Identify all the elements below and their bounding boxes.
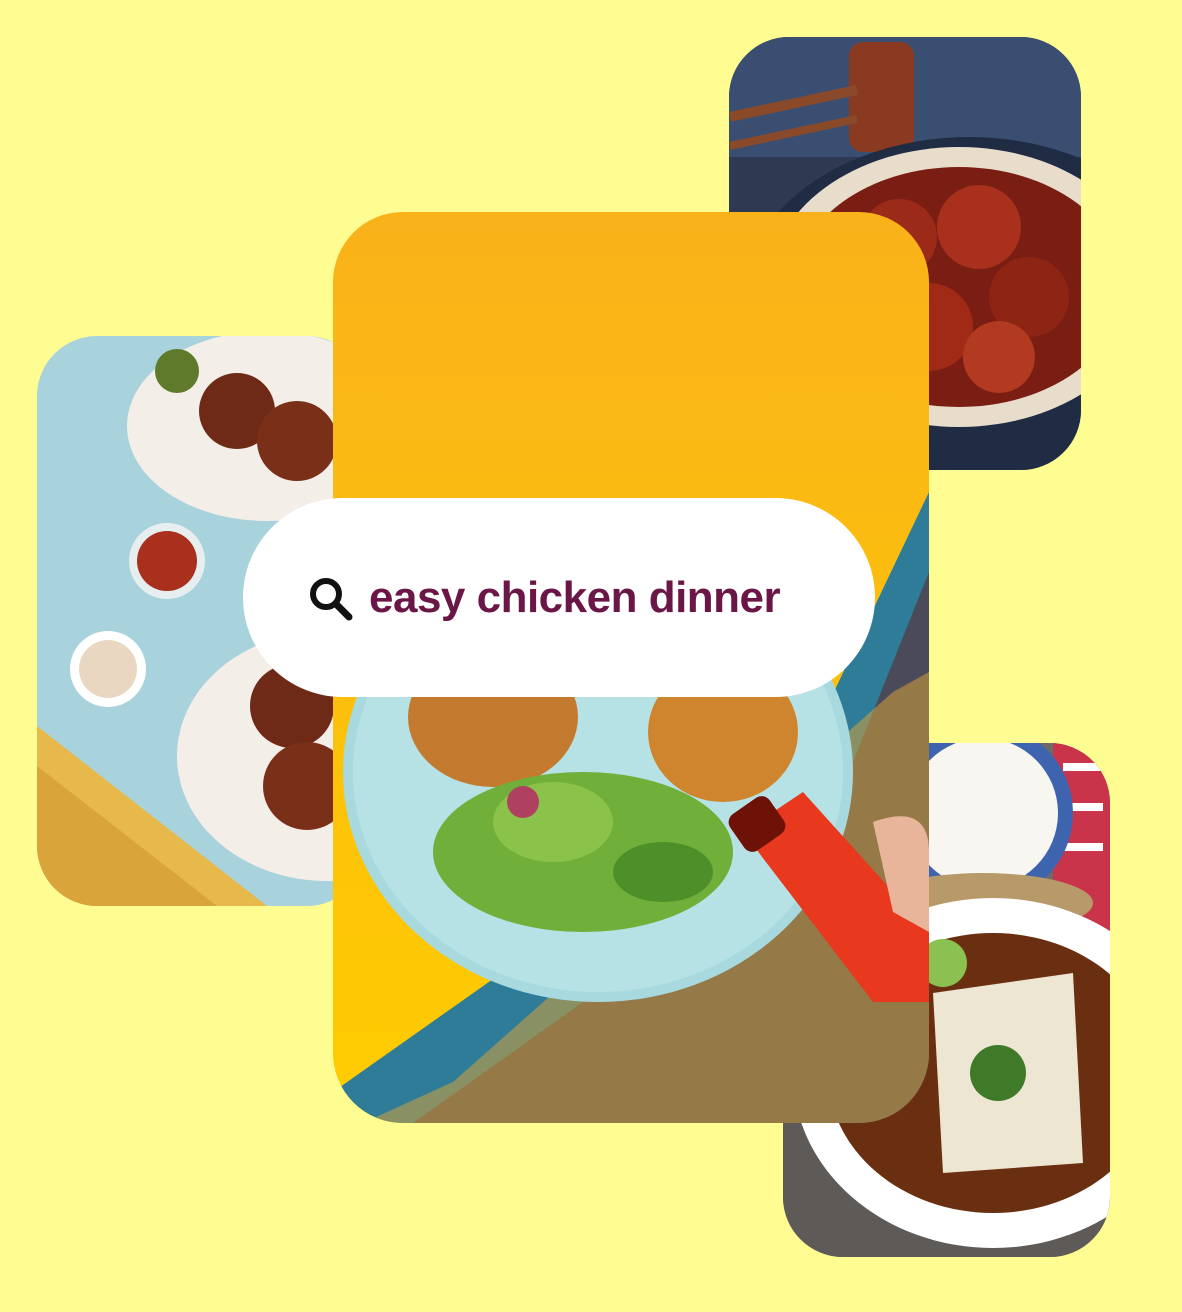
search-bar[interactable]: easy chicken dinner (243, 498, 875, 697)
search-icon (305, 573, 355, 623)
search-query-text[interactable]: easy chicken dinner (369, 573, 781, 623)
